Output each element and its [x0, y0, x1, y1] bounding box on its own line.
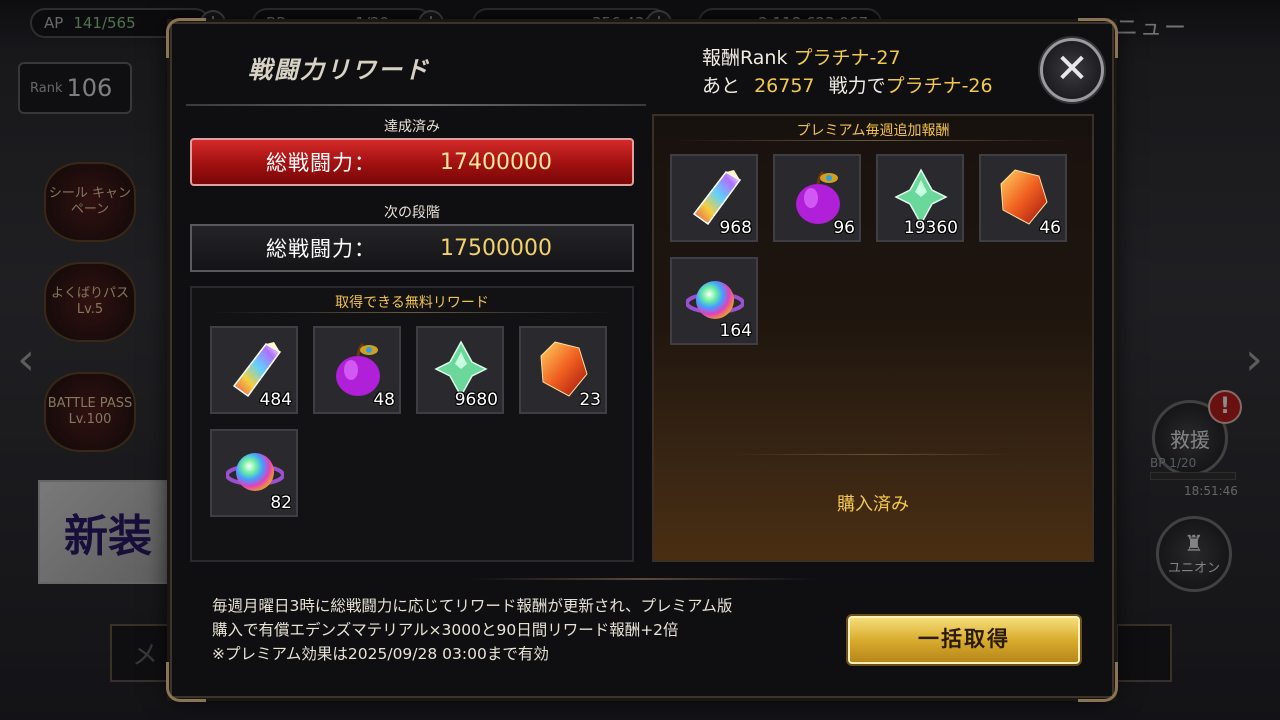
reward-item[interactable]: 46 — [979, 154, 1067, 242]
purchased-divider — [734, 454, 1014, 455]
game-screen: AP 141/565 + BP 1/20 + 356,438 + 2,118,6… — [0, 0, 1280, 720]
close-button[interactable]: ✕ — [1040, 38, 1104, 102]
battle-power-reward-dialog: 戦闘力リワード 報酬Rank プラチナ-27 あと 26757 戦力でプラチナ-… — [166, 18, 1118, 702]
reward-quantity: 48 — [373, 390, 395, 410]
reward-quantity: 96 — [833, 218, 855, 238]
note-line: 購入で有償エデンズマテリアル×3000と90日間リワード報酬+2倍 — [212, 621, 679, 639]
reward-rank-info: 報酬Rank プラチナ-27 あと 26757 戦力でプラチナ-26 — [702, 44, 993, 100]
panel-divider — [212, 312, 612, 313]
ornament-corner — [1078, 662, 1118, 702]
next-stage-power-value: 17500000 — [440, 235, 552, 261]
claim-all-label: 一括取得 — [918, 627, 1010, 651]
purchased-status: 購入済み — [837, 494, 909, 515]
next-stage-power-bar: 総戦闘力： 17500000 — [190, 224, 634, 272]
title-divider — [186, 104, 646, 106]
reward-notes: 毎週月曜日3時に総戦闘力に応じてリワード報酬が更新され、プレミアム版 購入で有償… — [212, 594, 732, 666]
ornament-corner — [166, 662, 206, 702]
reward-item[interactable]: 164 — [670, 257, 758, 345]
next-rank-value: プラチナ-26 — [885, 75, 993, 97]
reward-quantity: 484 — [259, 390, 292, 410]
reward-item[interactable]: 82 — [210, 429, 298, 517]
reward-quantity: 19360 — [903, 218, 958, 238]
reward-rank-value: プラチナ-27 — [793, 47, 901, 69]
dialog-title: 戦闘力リワード — [248, 56, 430, 84]
reward-quantity: 82 — [270, 493, 292, 513]
claim-all-button[interactable]: 一括取得 — [848, 616, 1080, 664]
reward-quantity: 23 — [579, 390, 601, 410]
reward-rank-line: 報酬Rank プラチナ-27 — [702, 44, 993, 72]
note-line: ※プレミアム効果は2025/09/28 03:00まで有効 — [212, 645, 549, 663]
free-rewards-panel: 取得できる無料リワード 484 48 9680 23 82 — [190, 286, 634, 562]
next-rank-line: あと 26757 戦力でプラチナ-26 — [702, 72, 993, 100]
reward-item[interactable]: 484 — [210, 326, 298, 414]
reward-quantity: 164 — [719, 321, 752, 341]
free-rewards-title: 取得できる無料リワード — [335, 295, 489, 311]
achieved-label: 達成済み — [384, 119, 440, 135]
achieved-power-label: 総戦闘力： — [266, 151, 376, 175]
achieved-power-value: 17400000 — [440, 149, 552, 175]
reward-item[interactable]: 96 — [773, 154, 861, 242]
next-stage-label: 次の段階 — [384, 205, 440, 221]
next-rank-amount: 26757 — [754, 75, 815, 97]
reward-quantity: 9680 — [454, 390, 498, 410]
reward-item[interactable]: 19360 — [876, 154, 964, 242]
close-icon: ✕ — [1055, 46, 1089, 92]
ornament-corner — [166, 18, 206, 58]
note-line: 毎週月曜日3時に総戦闘力に応じてリワード報酬が更新され、プレミアム版 — [212, 597, 733, 615]
premium-rewards-panel: プレミアム毎週追加報酬 968 96 19360 46 164 購入済み — [652, 114, 1094, 562]
next-stage-power-label: 総戦闘力： — [266, 237, 376, 261]
reward-item[interactable]: 968 — [670, 154, 758, 242]
next-rank-prefix: あと — [702, 75, 741, 97]
panel-divider — [674, 140, 1072, 141]
reward-rank-prefix: 報酬Rank — [702, 47, 788, 69]
notes-divider — [472, 578, 816, 580]
next-rank-mid: 戦力で — [828, 75, 886, 97]
reward-item[interactable]: 23 — [519, 326, 607, 414]
reward-quantity: 968 — [719, 218, 752, 238]
reward-item[interactable]: 48 — [313, 326, 401, 414]
reward-quantity: 46 — [1039, 218, 1061, 238]
premium-rewards-title: プレミアム毎週追加報酬 — [796, 123, 950, 139]
reward-item[interactable]: 9680 — [416, 326, 504, 414]
achieved-power-bar: 総戦闘力： 17400000 — [190, 138, 634, 186]
